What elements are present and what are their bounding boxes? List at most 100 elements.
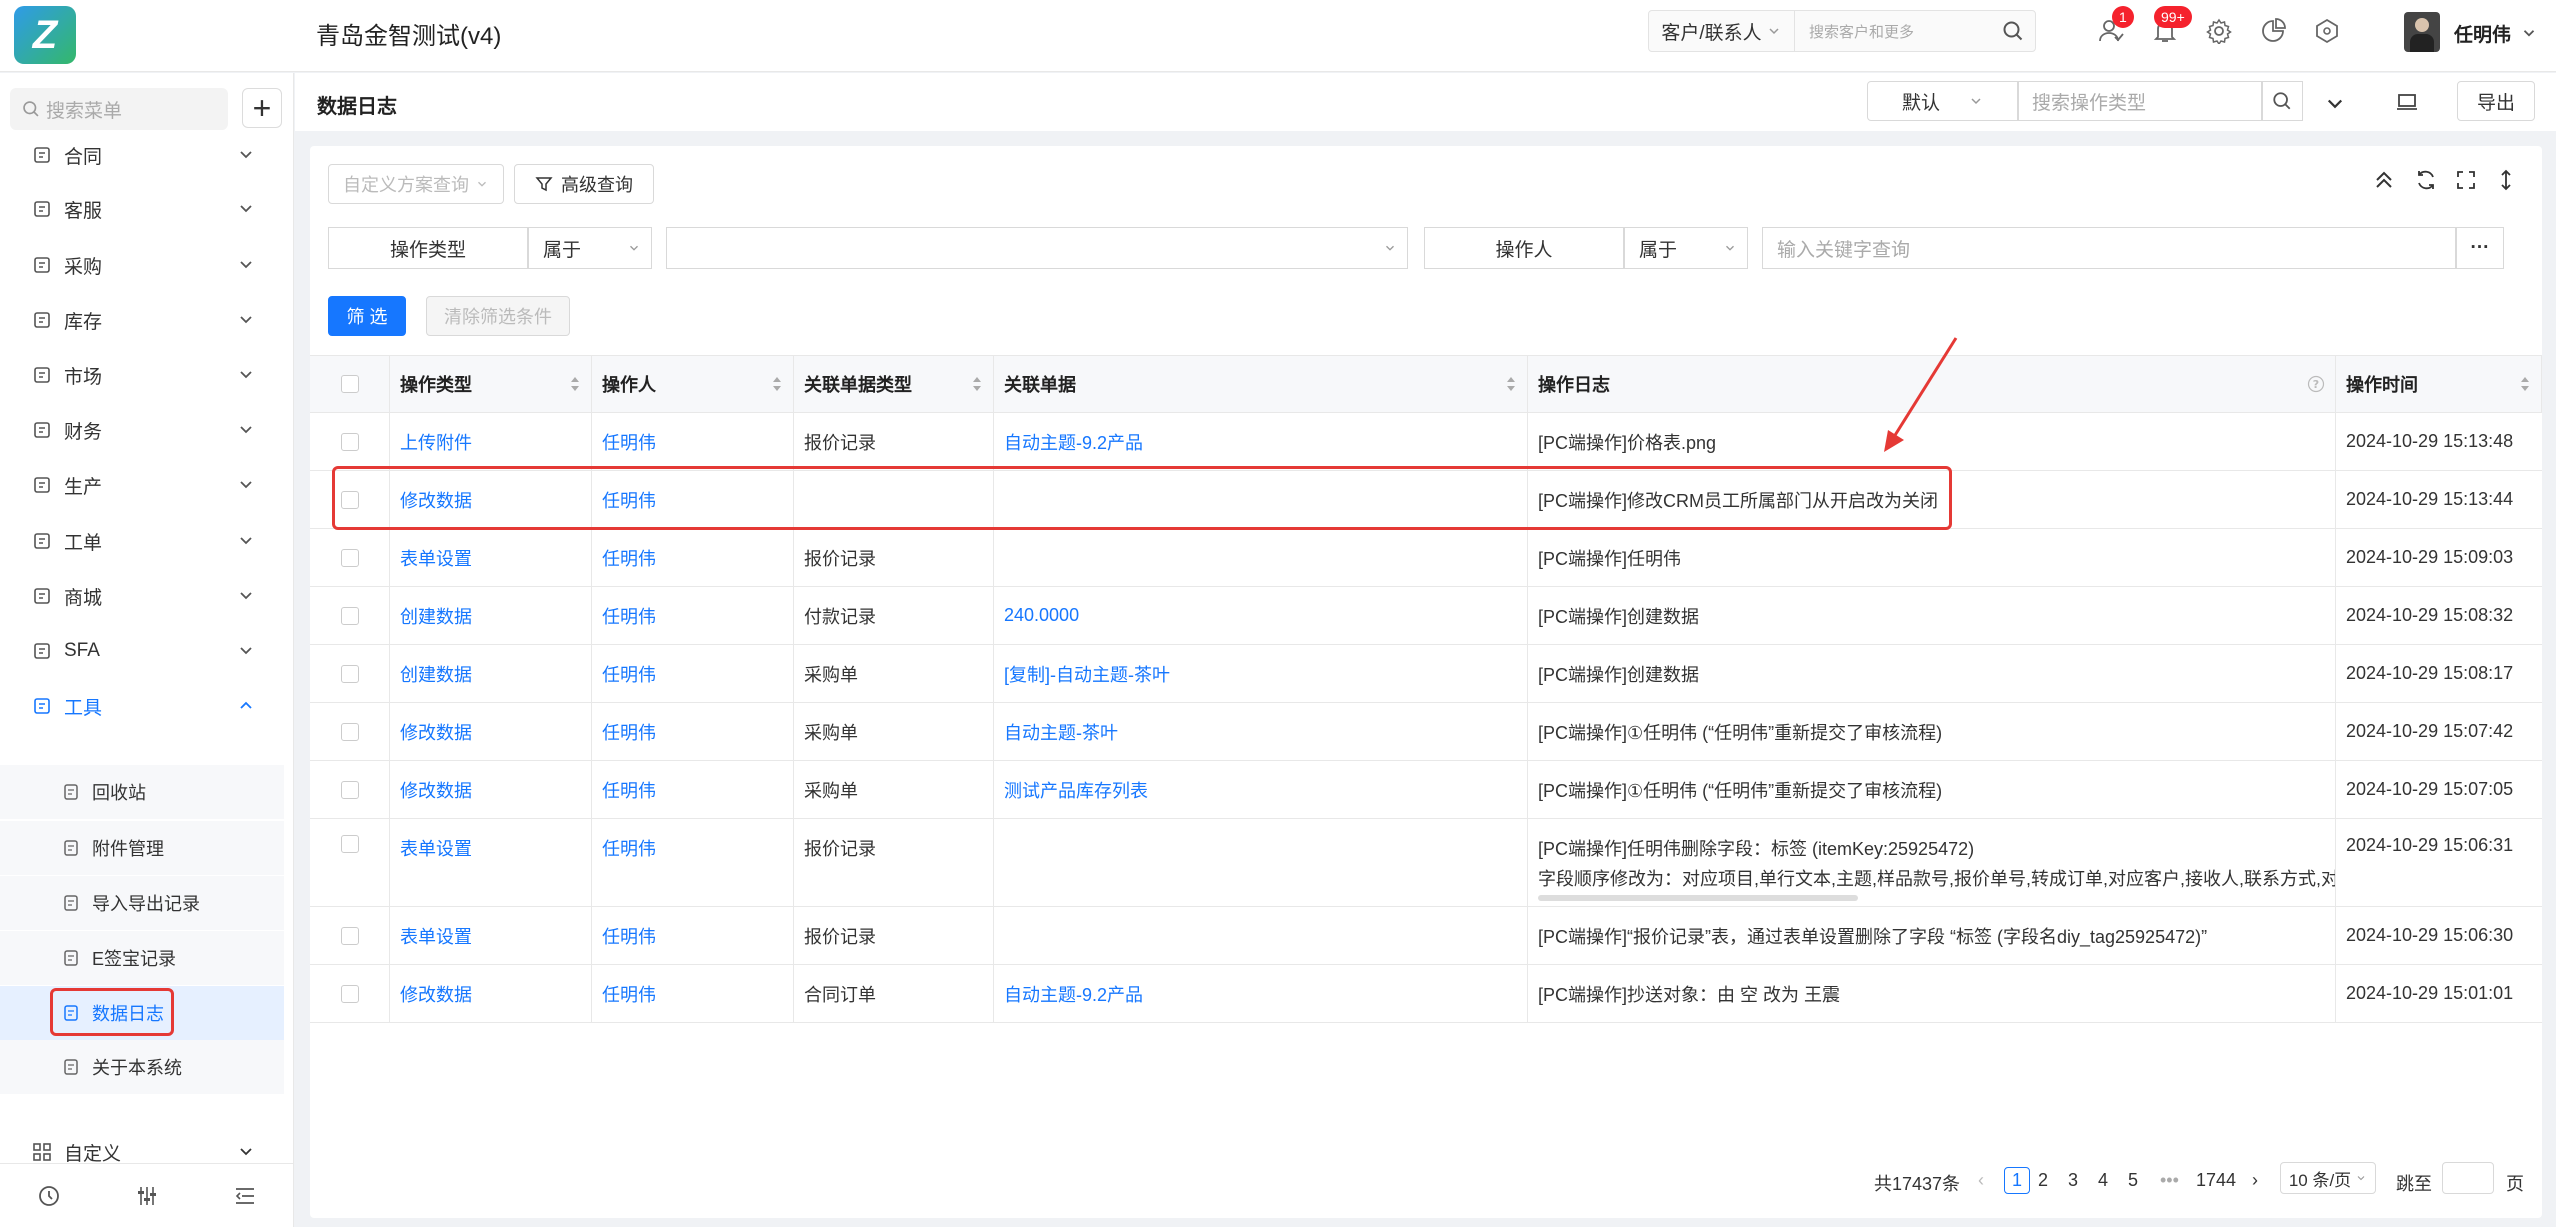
app-logo[interactable]: Z bbox=[14, 6, 76, 64]
related-doc-link[interactable]: 测试产品库存列表 bbox=[994, 761, 1528, 818]
row-checkbox[interactable] bbox=[310, 587, 390, 644]
sort-icon[interactable] bbox=[771, 375, 783, 393]
search-scope-select[interactable]: 客户/联系人 bbox=[1649, 11, 1795, 51]
sidebar-item-purchase[interactable]: 采购 bbox=[0, 238, 284, 292]
more-button[interactable]: ··· bbox=[2456, 227, 2504, 269]
table-row[interactable]: 创建数据 任明伟 付款记录 240.0000 [PC端操作]创建数据 2024-10-29… bbox=[310, 587, 2542, 645]
row-checkbox[interactable] bbox=[310, 965, 390, 1022]
page-number[interactable]: 4 bbox=[2098, 1170, 2108, 1191]
table-row[interactable]: 修改数据 任明伟 合同订单 自动主题-9.2产品 [PC端操作]抄送对象：由 空 改为 … bbox=[310, 965, 2542, 1023]
page-number[interactable]: 3 bbox=[2068, 1170, 2078, 1191]
clear-filter-button[interactable]: 清除筛选条件 bbox=[426, 296, 570, 336]
sidebar-item-finance[interactable]: 财务 bbox=[0, 403, 284, 457]
row-checkbox[interactable] bbox=[310, 819, 390, 906]
export-button[interactable]: 导出 bbox=[2457, 81, 2535, 121]
sidebar-item-warehouse[interactable]: 库存 bbox=[0, 293, 284, 347]
row-checkbox[interactable] bbox=[310, 761, 390, 818]
chevron-down-icon[interactable] bbox=[2520, 24, 2538, 42]
sidebar-subitem-trash[interactable]: 回收站 bbox=[0, 765, 284, 819]
sort-icon[interactable] bbox=[971, 375, 983, 393]
advanced-query-button[interactable]: 高级查询 bbox=[514, 164, 654, 204]
operation-type-link[interactable]: 修改数据 bbox=[390, 965, 592, 1022]
operation-type-link[interactable]: 创建数据 bbox=[390, 645, 592, 702]
row-checkbox[interactable] bbox=[310, 907, 390, 964]
table-row[interactable]: 表单设置 任明伟 报价记录 [PC端操作]任明伟 2024-10-29 15:09:03 bbox=[310, 529, 2542, 587]
table-row[interactable]: 上传附件 任明伟 报价记录 自动主题-9.2产品 [PC端操作]价格表.png 2024-… bbox=[310, 413, 2542, 471]
sort-icon[interactable] bbox=[2519, 375, 2531, 393]
next-page-button[interactable]: › bbox=[2252, 1170, 2258, 1191]
related-doc-link[interactable] bbox=[994, 529, 1528, 586]
related-doc-link[interactable] bbox=[994, 819, 1528, 906]
add-menu-button[interactable]: + bbox=[242, 88, 282, 128]
search-icon[interactable] bbox=[2261, 81, 2303, 121]
print-icon[interactable] bbox=[2395, 90, 2419, 114]
operation-type-link[interactable]: 上传附件 bbox=[390, 413, 592, 470]
filter2-operator-select[interactable]: 属于 bbox=[1624, 227, 1748, 269]
adjust-icon[interactable] bbox=[135, 1184, 159, 1208]
global-search-input[interactable]: 搜索客户和更多 bbox=[1795, 21, 1991, 42]
operation-type-link[interactable]: 表单设置 bbox=[390, 819, 592, 906]
table-row[interactable]: 表单设置 任明伟 报价记录 [PC端操作]任明伟删除字段：标签 (itemKey:25… bbox=[310, 819, 2542, 907]
operation-type-link[interactable]: 修改数据 bbox=[390, 703, 592, 760]
menu-search-input[interactable]: 搜索菜单 bbox=[10, 88, 228, 130]
column-header[interactable]: 操作时间 bbox=[2336, 356, 2542, 412]
sort-icon[interactable] bbox=[1505, 375, 1517, 393]
sidebar-subitem-attachment[interactable]: 附件管理 bbox=[0, 821, 284, 875]
sidebar-subitem-esign[interactable]: E签宝记录 bbox=[0, 931, 284, 985]
search-icon[interactable] bbox=[1991, 20, 2035, 42]
fullscreen-icon[interactable] bbox=[2454, 168, 2478, 192]
collapse-menu-icon[interactable] bbox=[233, 1184, 257, 1208]
row-checkbox[interactable] bbox=[310, 529, 390, 586]
related-doc-link[interactable]: 240.0000 bbox=[994, 587, 1528, 644]
sidebar-item-service[interactable]: 客服 bbox=[0, 182, 284, 236]
page-number[interactable]: 2 bbox=[2038, 1170, 2048, 1191]
operation-type-search-input[interactable]: 搜索操作类型 bbox=[2017, 81, 2263, 121]
page-number[interactable]: 5 bbox=[2128, 1170, 2138, 1191]
operator-link[interactable]: 任明伟 bbox=[592, 413, 794, 470]
operation-type-link[interactable]: 修改数据 bbox=[390, 761, 592, 818]
page-size-select[interactable]: 10 条/页 bbox=[2280, 1162, 2376, 1194]
operator-link[interactable]: 任明伟 bbox=[592, 965, 794, 1022]
sidebar-item-production[interactable]: 生产 bbox=[0, 458, 284, 512]
scheme-select[interactable]: 自定义方案查询 bbox=[328, 164, 504, 204]
related-doc-link[interactable]: [复制]-自动主题-茶叶 bbox=[994, 645, 1528, 702]
sidebar-subitem-import-export[interactable]: 导入导出记录 bbox=[0, 876, 284, 930]
cube-icon[interactable] bbox=[2314, 18, 2342, 46]
operation-type-link[interactable]: 创建数据 bbox=[390, 587, 592, 644]
related-doc-link[interactable] bbox=[994, 907, 1528, 964]
select-all-checkbox[interactable] bbox=[310, 356, 390, 412]
row-checkbox[interactable] bbox=[310, 645, 390, 702]
table-row[interactable]: 修改数据 任明伟 采购单 自动主题-茶叶 [PC端操作]①任明伟 (“任明伟”重新提交了… bbox=[310, 703, 2542, 761]
sidebar-item-contract[interactable]: 合同 bbox=[0, 128, 284, 182]
jump-page-input[interactable] bbox=[2442, 1162, 2494, 1194]
column-header[interactable]: 操作人 bbox=[592, 356, 794, 412]
keyword-input[interactable]: 输入关键字查询 bbox=[1762, 227, 2456, 269]
table-row[interactable]: 创建数据 任明伟 采购单 [复制]-自动主题-茶叶 [PC端操作]创建数据 2024-10… bbox=[310, 645, 2542, 703]
avatar[interactable] bbox=[2404, 12, 2440, 52]
table-row[interactable]: 表单设置 任明伟 报价记录 [PC端操作]“报价记录”表，通过表单设置删除了字段 “标… bbox=[310, 907, 2542, 965]
page-number[interactable]: 1 bbox=[2004, 1167, 2031, 1194]
row-height-icon[interactable] bbox=[2494, 168, 2518, 192]
operator-link[interactable]: 任明伟 bbox=[592, 587, 794, 644]
column-header[interactable]: 操作类型 bbox=[390, 356, 592, 412]
pie-chart-icon[interactable] bbox=[2260, 18, 2288, 46]
filter1-value-select[interactable] bbox=[666, 227, 1408, 269]
row-checkbox[interactable] bbox=[310, 703, 390, 760]
operator-link[interactable]: 任明伟 bbox=[592, 703, 794, 760]
column-header[interactable]: 关联单据类型 bbox=[794, 356, 994, 412]
related-doc-link[interactable]: 自动主题-9.2产品 bbox=[994, 965, 1528, 1022]
sidebar-item-sfa[interactable]: SFA bbox=[0, 624, 284, 678]
prev-page-button[interactable]: ‹ bbox=[1978, 1170, 1984, 1191]
sort-icon[interactable] bbox=[569, 375, 581, 393]
horizontal-scrollbar[interactable] bbox=[1538, 895, 1858, 901]
history-icon[interactable] bbox=[37, 1184, 61, 1208]
filter1-operator-select[interactable]: 属于 bbox=[528, 227, 652, 269]
last-page[interactable]: 1744 bbox=[2196, 1170, 2236, 1191]
refresh-icon[interactable] bbox=[2414, 168, 2438, 192]
column-header[interactable]: 关联单据 bbox=[994, 356, 1528, 412]
sidebar-item-mall[interactable]: 商城 bbox=[0, 569, 284, 623]
operator-link[interactable]: 任明伟 bbox=[592, 907, 794, 964]
operator-link[interactable]: 任明伟 bbox=[592, 761, 794, 818]
sort-select[interactable]: 默认 bbox=[1867, 81, 2019, 121]
related-doc-link[interactable]: 自动主题-9.2产品 bbox=[994, 413, 1528, 470]
